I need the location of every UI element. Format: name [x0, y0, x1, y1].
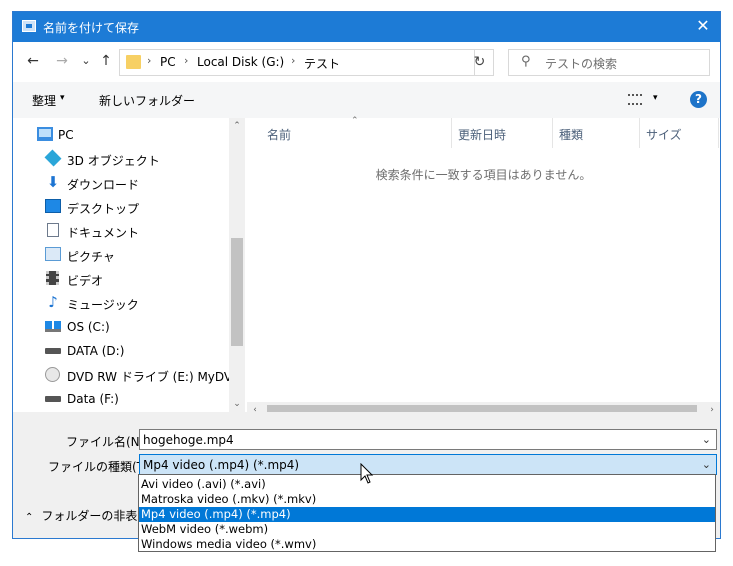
sidebar-item-label: ピクチャ [67, 250, 115, 264]
windows-drive-icon [45, 321, 61, 332]
column-header-size[interactable]: サイズ [646, 126, 682, 143]
video-icon [46, 271, 59, 285]
dropdown-option[interactable]: Windows media video (*.wmv) [139, 537, 715, 552]
scroll-up-icon[interactable]: ⌃ [229, 118, 245, 134]
breadcrumb-separator-icon: › [147, 54, 152, 67]
cube-icon [44, 149, 62, 167]
save-as-dialog: 名前を付けて保存 ✕ ← → ⌄ ↑ › PC › Local Disk (G:… [12, 11, 721, 539]
sidebar-item-label: ミュージック [67, 298, 139, 312]
column-divider[interactable] [639, 118, 640, 148]
address-bar[interactable]: › PC › Local Disk (G:) › テスト [119, 49, 475, 76]
sidebar-item-music[interactable]: ♪ ミュージック [13, 292, 228, 314]
empty-message: 検索条件に一致する項目はありません。 [375, 168, 592, 182]
refresh-icon[interactable]: ↻ [466, 49, 494, 76]
filetype-select[interactable]: Mp4 video (.mp4) (*.mp4) ⌄ [139, 454, 717, 475]
sidebar-item-label: DVD RW ドライブ (E:) MyDVD [67, 370, 242, 384]
music-icon: ♪ [48, 293, 58, 311]
download-icon: ⬇ [46, 173, 60, 191]
sidebar-item-label: DATA (D:) [67, 344, 125, 358]
column-divider[interactable] [718, 118, 719, 148]
dropdown-option[interactable]: WebM video (*.webm) [139, 522, 715, 537]
pc-icon [37, 127, 53, 141]
dropdown-option-selected[interactable]: Mp4 video (.mp4) (*.mp4) [139, 507, 715, 522]
folder-icon [126, 55, 141, 69]
sidebar-item-pc[interactable]: PC [13, 124, 228, 146]
desktop-icon [45, 199, 61, 213]
drive-icon [45, 396, 61, 402]
sidebar-item-documents[interactable]: ドキュメント [13, 220, 228, 242]
search-icon: ⚲ [521, 54, 531, 69]
breadcrumb-current-folder[interactable]: テスト [304, 55, 340, 72]
command-bar: 整理 ▾ 新しいフォルダー ▾ ? [13, 82, 720, 118]
filetype-label: ファイルの種類(T): [48, 460, 153, 474]
sidebar-item-label: ドキュメント [67, 226, 140, 240]
sidebar-item-desktop[interactable]: デスクトップ [13, 196, 228, 218]
sidebar-item-pictures[interactable]: ピクチャ [13, 244, 228, 266]
filename-value[interactable]: hogehoge.mp4 [143, 433, 234, 447]
column-divider[interactable] [552, 118, 553, 148]
organize-button[interactable]: 整理 [32, 92, 56, 109]
filename-field[interactable]: hogehoge.mp4 ⌄ [139, 429, 717, 450]
hide-folders-label: フォルダーの非表示 [41, 509, 150, 523]
forward-arrow-icon[interactable]: → [52, 51, 72, 71]
sidebar-item-label: PC [58, 128, 74, 142]
navigation-bar: ← → ⌄ ↑ › PC › Local Disk (G:) › テスト ↻ ⚲… [13, 42, 720, 82]
sidebar-item-label: Data (F:) [67, 392, 119, 406]
column-divider[interactable] [451, 118, 452, 148]
sidebar-item-data-f[interactable]: Data (F:) [13, 388, 228, 410]
hide-folders-button[interactable]: ⌃ フォルダーの非表示 [25, 507, 149, 524]
column-header-modified[interactable]: 更新日時 [458, 126, 506, 143]
chevron-up-icon: ⌃ [25, 512, 34, 523]
scrollbar-thumb[interactable] [231, 238, 243, 346]
view-caret-icon[interactable]: ▾ [653, 93, 658, 103]
mouse-cursor-icon [360, 463, 374, 484]
drive-icon [45, 348, 61, 354]
chevron-down-icon[interactable]: ⌄ [702, 433, 711, 446]
sidebar-item-label: 3D オブジェクト [67, 154, 160, 168]
title-bar[interactable]: 名前を付けて保存 ✕ [13, 12, 720, 42]
scroll-down-icon[interactable]: ⌄ [229, 396, 245, 412]
breadcrumb-separator-icon: › [291, 54, 296, 67]
app-icon [22, 20, 36, 32]
window-title: 名前を付けて保存 [43, 21, 140, 35]
back-arrow-icon[interactable]: ← [23, 51, 43, 71]
filetype-dropdown-list[interactable]: Avi video (.avi) (*.avi) Matroska video … [138, 474, 716, 552]
breadcrumb-local-disk[interactable]: Local Disk (G:) [197, 55, 284, 69]
close-icon[interactable]: ✕ [692, 15, 714, 37]
sort-ascending-icon: ⌃ [351, 116, 359, 126]
column-header-type[interactable]: 種類 [559, 126, 583, 143]
dropdown-option[interactable]: Avi video (.avi) (*.avi) [139, 477, 715, 492]
picture-icon [45, 247, 61, 261]
sidebar-item-data-d[interactable]: DATA (D:) [13, 340, 228, 362]
file-list[interactable]: ⌃ 名前 更新日時 種類 サイズ 検索条件に一致する項目はありません。 [247, 116, 720, 412]
organize-caret-icon[interactable]: ▾ [60, 93, 65, 103]
help-icon[interactable]: ? [690, 91, 707, 108]
sidebar-item-3d-objects[interactable]: 3D オブジェクト [13, 148, 228, 170]
up-arrow-icon[interactable]: ↑ [96, 51, 116, 71]
search-placeholder: テストの検索 [545, 57, 618, 71]
new-folder-button[interactable]: 新しいフォルダー [99, 92, 195, 109]
sidebar-item-videos[interactable]: ビデオ [13, 268, 228, 290]
sidebar-scrollbar[interactable]: ⌃ ⌄ [229, 118, 245, 412]
column-header-name[interactable]: 名前 [267, 126, 291, 143]
sidebar-item-label: ダウンロード [67, 178, 140, 192]
chevron-down-icon[interactable]: ⌄ [702, 458, 711, 471]
sidebar-item-dvd-e[interactable]: DVD RW ドライブ (E:) MyDVD [13, 364, 241, 386]
filename-label: ファイル名(N): [66, 435, 149, 449]
breadcrumb-pc[interactable]: PC [160, 55, 176, 69]
sidebar-item-os-c[interactable]: OS (C:) [13, 316, 228, 338]
dropdown-option[interactable]: Matroska video (.mkv) (*.mkv) [139, 492, 715, 507]
recent-locations-icon[interactable]: ⌄ [76, 51, 96, 71]
sidebar-item-downloads[interactable]: ⬇ ダウンロード [13, 172, 228, 194]
navigation-pane: PC 3D オブジェクト ⬇ ダウンロード デスクトップ ドキュメント ピクチャ… [13, 118, 245, 412]
filetype-value: Mp4 video (.mp4) (*.mp4) [143, 458, 300, 472]
sidebar-item-label: デスクトップ [67, 202, 140, 216]
view-options-icon[interactable] [628, 94, 642, 105]
sidebar-item-label: ビデオ [67, 274, 104, 288]
dvd-icon [45, 367, 60, 382]
sidebar-item-label: OS (C:) [67, 320, 110, 334]
breadcrumb-separator-icon: › [184, 54, 189, 67]
search-box[interactable]: ⚲ テストの検索 [508, 49, 710, 76]
document-icon [47, 223, 59, 237]
